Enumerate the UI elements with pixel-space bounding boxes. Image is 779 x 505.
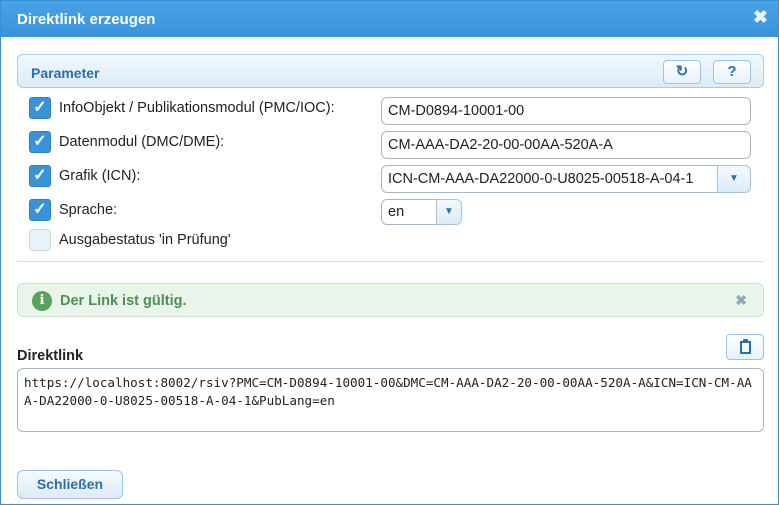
ausgabestatus-checkbox[interactable] <box>29 229 51 251</box>
direktlink-label: Direktlink <box>17 348 84 364</box>
sprache-label: Sprache: <box>59 202 118 218</box>
dmc-label: Datenmodul (DMC/DME): <box>59 134 225 150</box>
chevron-down-icon: ▼ <box>444 206 454 217</box>
parameter-panel-header: Parameter ↻ ? <box>17 54 764 88</box>
validation-alert: i Der Link ist gültig. ✖ <box>17 283 764 317</box>
pmc-checkbox[interactable]: ✓ <box>29 97 51 119</box>
sprache-checkbox[interactable]: ✓ <box>29 199 51 221</box>
divider <box>17 261 764 262</box>
sprache-select[interactable]: en <box>381 199 437 225</box>
parameter-header-label: Parameter <box>31 65 100 81</box>
alert-message: Der Link ist gültig. <box>60 293 187 309</box>
icn-dropdown-button[interactable]: ▼ <box>717 165 751 193</box>
pmc-input[interactable]: CM-D0894-10001-00 <box>381 97 751 125</box>
refresh-button[interactable]: ↻ <box>663 60 701 84</box>
copy-to-clipboard-button[interactable] <box>726 334 764 360</box>
refresh-icon: ↻ <box>675 63 689 80</box>
close-icon[interactable]: ✖ <box>753 7 768 28</box>
dialog-title: Direktlink erzeugen <box>17 11 156 28</box>
direktlink-dialog: Direktlink erzeugen ✖ Parameter ↻ ? ✓ In… <box>0 0 779 505</box>
dmc-input[interactable]: CM-AAA-DA2-20-00-00AA-520A-A <box>381 131 751 159</box>
alert-close-icon[interactable]: ✖ <box>735 292 747 309</box>
icn-checkbox[interactable]: ✓ <box>29 165 51 187</box>
icn-label: Grafik (ICN): <box>59 168 141 184</box>
sprache-dropdown-button[interactable]: ▼ <box>436 199 462 225</box>
info-icon: i <box>32 291 52 311</box>
icn-combobox-input[interactable]: ICN-CM-AAA-DA22000-0-U8025-00518-A-04-1 <box>381 165 718 193</box>
dmc-checkbox[interactable]: ✓ <box>29 131 51 153</box>
pmc-label: InfoObjekt / Publikationsmodul (PMC/IOC)… <box>59 100 335 116</box>
dialog-titlebar[interactable]: Direktlink erzeugen ✖ <box>1 1 778 37</box>
schliessen-button[interactable]: Schließen <box>17 470 123 499</box>
direktlink-textarea[interactable]: https://localhost:8002/rsiv?PMC=CM-D0894… <box>17 368 764 432</box>
ausgabestatus-label: Ausgabestatus 'in Prüfung' <box>59 232 231 248</box>
chevron-down-icon: ▼ <box>729 173 739 184</box>
help-button[interactable]: ? <box>713 60 751 84</box>
